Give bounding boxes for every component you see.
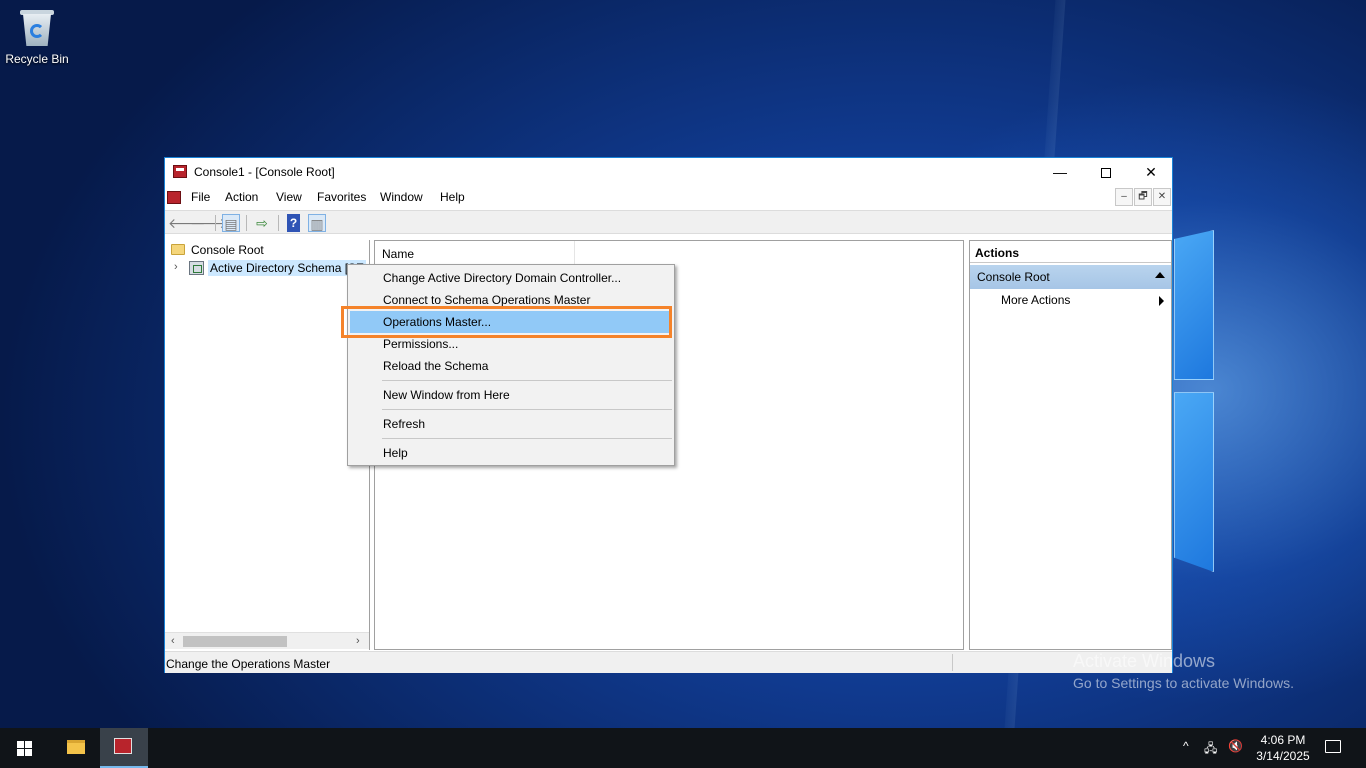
toolbar-separator bbox=[278, 215, 279, 231]
menu-separator bbox=[382, 380, 672, 381]
tree-label-console-root: Console Root bbox=[191, 243, 264, 257]
console-tree-pane: Console Root › Active Directory Schema [… bbox=[165, 240, 370, 650]
watermark-subtitle: Go to Settings to activate Windows. bbox=[1073, 675, 1294, 691]
maximize-button[interactable] bbox=[1083, 158, 1129, 186]
expand-chevron-icon[interactable]: › bbox=[174, 261, 178, 273]
menu-item-refresh[interactable]: Refresh bbox=[350, 413, 672, 435]
menu-window[interactable]: Window bbox=[380, 190, 423, 204]
submenu-arrow-icon bbox=[1159, 296, 1164, 306]
menu-item-change-dc[interactable]: Change Active Directory Domain Controlle… bbox=[350, 267, 672, 289]
folder-icon bbox=[171, 244, 185, 255]
taskbar-mmc[interactable] bbox=[100, 728, 148, 768]
clock-time: 4:06 PM bbox=[1260, 733, 1306, 747]
more-actions-item[interactable]: More Actions bbox=[1001, 293, 1070, 307]
menu-file[interactable]: File bbox=[191, 190, 210, 204]
schema-snapin-icon bbox=[189, 261, 204, 275]
tree-label-ad-schema: Active Directory Schema [SE bbox=[208, 260, 367, 276]
action-center-icon[interactable] bbox=[1325, 740, 1341, 753]
window-title: Console1 - [Console Root] bbox=[194, 165, 335, 179]
title-bar[interactable]: Console1 - [Console Root] — ✕ bbox=[165, 158, 1172, 186]
menu-item-operations-master[interactable]: Operations Master... bbox=[350, 311, 672, 333]
volume-muted-icon[interactable]: 🔇 bbox=[1228, 739, 1243, 753]
menu-action[interactable]: Action bbox=[225, 190, 258, 204]
taskbar: ^ 🖧 🔇 4:06 PM 3/14/2025 bbox=[0, 728, 1366, 768]
windows-logo-pane-bottom bbox=[1174, 392, 1214, 572]
recycle-bin-shortcut[interactable]: Recycle Bin bbox=[4, 8, 70, 66]
maximize-icon bbox=[1101, 168, 1111, 179]
tray-overflow-chevron-icon[interactable]: ^ bbox=[1183, 739, 1189, 753]
minimize-button[interactable]: — bbox=[1037, 158, 1083, 186]
actions-pane: Actions Console Root More Actions bbox=[969, 240, 1172, 650]
actions-section-label: Console Root bbox=[977, 270, 1050, 284]
child-close-button[interactable]: ✕ bbox=[1153, 188, 1171, 206]
toolbar: 🡐 🡒 ▤ ⇨ ? ▥ bbox=[165, 210, 1172, 234]
column-header-name[interactable]: Name bbox=[375, 241, 575, 266]
menu-item-connect-schema-master[interactable]: Connect to Schema Operations Master bbox=[350, 289, 672, 311]
show-hide-console-tree-icon[interactable]: ▤ bbox=[222, 214, 240, 232]
menu-bar: File Action View Favorites Window Help bbox=[165, 186, 1172, 208]
toolbar-separator bbox=[215, 215, 216, 231]
menu-item-help[interactable]: Help bbox=[350, 442, 672, 464]
system-menu-icon[interactable] bbox=[167, 191, 181, 204]
context-menu: Change Active Directory Domain Controlle… bbox=[347, 264, 675, 466]
network-icon[interactable]: 🖧 bbox=[1204, 739, 1217, 760]
status-divider bbox=[952, 654, 953, 671]
mmc-taskbar-icon bbox=[114, 738, 132, 754]
clock-date: 3/14/2025 bbox=[1256, 749, 1310, 763]
menu-item-permissions[interactable]: Permissions... bbox=[350, 333, 672, 355]
back-arrow-icon[interactable]: 🡐 bbox=[168, 214, 206, 232]
actions-section-console-root[interactable]: Console Root bbox=[970, 265, 1171, 289]
recycle-bin-icon bbox=[20, 8, 54, 48]
scroll-left-icon[interactable]: ‹ bbox=[171, 633, 175, 650]
menu-item-new-window[interactable]: New Window from Here bbox=[350, 384, 672, 406]
mmc-app-icon[interactable] bbox=[173, 165, 187, 178]
actions-header: Actions bbox=[970, 241, 1171, 263]
help-icon[interactable]: ? bbox=[287, 214, 300, 232]
horizontal-scrollbar[interactable]: ‹ › bbox=[165, 632, 369, 650]
collapse-up-icon[interactable] bbox=[1155, 272, 1165, 278]
start-button[interactable] bbox=[0, 728, 48, 768]
recycle-bin-label: Recycle Bin bbox=[5, 52, 69, 66]
child-restore-button[interactable]: 🗗 bbox=[1134, 188, 1152, 206]
menu-item-reload-schema[interactable]: Reload the Schema bbox=[350, 355, 672, 377]
taskbar-file-explorer[interactable] bbox=[51, 728, 99, 768]
status-bar: Change the Operations Master bbox=[165, 651, 1172, 673]
menu-help[interactable]: Help bbox=[440, 190, 465, 204]
close-button[interactable]: ✕ bbox=[1128, 158, 1174, 186]
scroll-thumb[interactable] bbox=[183, 636, 287, 647]
menu-separator bbox=[382, 409, 672, 410]
forward-arrow-icon[interactable]: 🡒 bbox=[190, 214, 228, 232]
system-clock[interactable]: 4:06 PM 3/14/2025 bbox=[1248, 732, 1318, 764]
status-text: Change the Operations Master bbox=[166, 657, 331, 671]
tree-item-console-root[interactable]: Console Root bbox=[165, 241, 369, 259]
folder-icon bbox=[67, 740, 85, 754]
toolbar-separator bbox=[246, 215, 247, 231]
menu-separator bbox=[382, 438, 672, 439]
windows-logo-icon bbox=[17, 741, 24, 748]
child-minimize-button[interactable]: – bbox=[1115, 188, 1133, 206]
menu-view[interactable]: View bbox=[276, 190, 302, 204]
menu-favorites[interactable]: Favorites bbox=[317, 190, 366, 204]
export-list-icon[interactable]: ⇨ bbox=[253, 214, 271, 232]
tree-item-ad-schema[interactable]: › Active Directory Schema [SE bbox=[165, 259, 369, 277]
activation-watermark: Activate Windows Go to Settings to activ… bbox=[1073, 651, 1294, 691]
scroll-right-icon[interactable]: › bbox=[356, 633, 360, 650]
watermark-title: Activate Windows bbox=[1073, 651, 1216, 671]
windows-logo-pane-top bbox=[1174, 230, 1214, 380]
show-hide-action-pane-icon[interactable]: ▥ bbox=[308, 214, 326, 232]
